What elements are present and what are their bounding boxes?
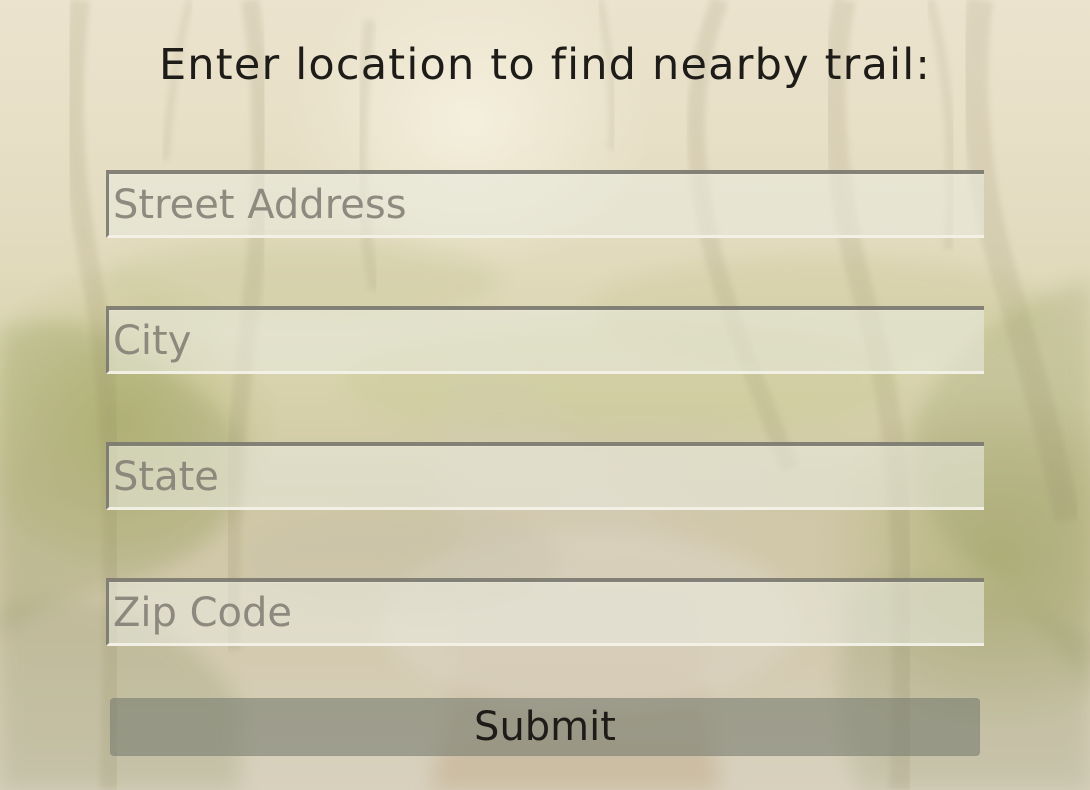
city-input[interactable]	[106, 306, 984, 374]
street-address-input[interactable]	[106, 170, 984, 238]
submit-button[interactable]: Submit	[110, 698, 980, 756]
trail-search-form: Submit	[0, 0, 1090, 790]
state-input[interactable]	[106, 442, 984, 510]
zip-code-input[interactable]	[106, 578, 984, 646]
